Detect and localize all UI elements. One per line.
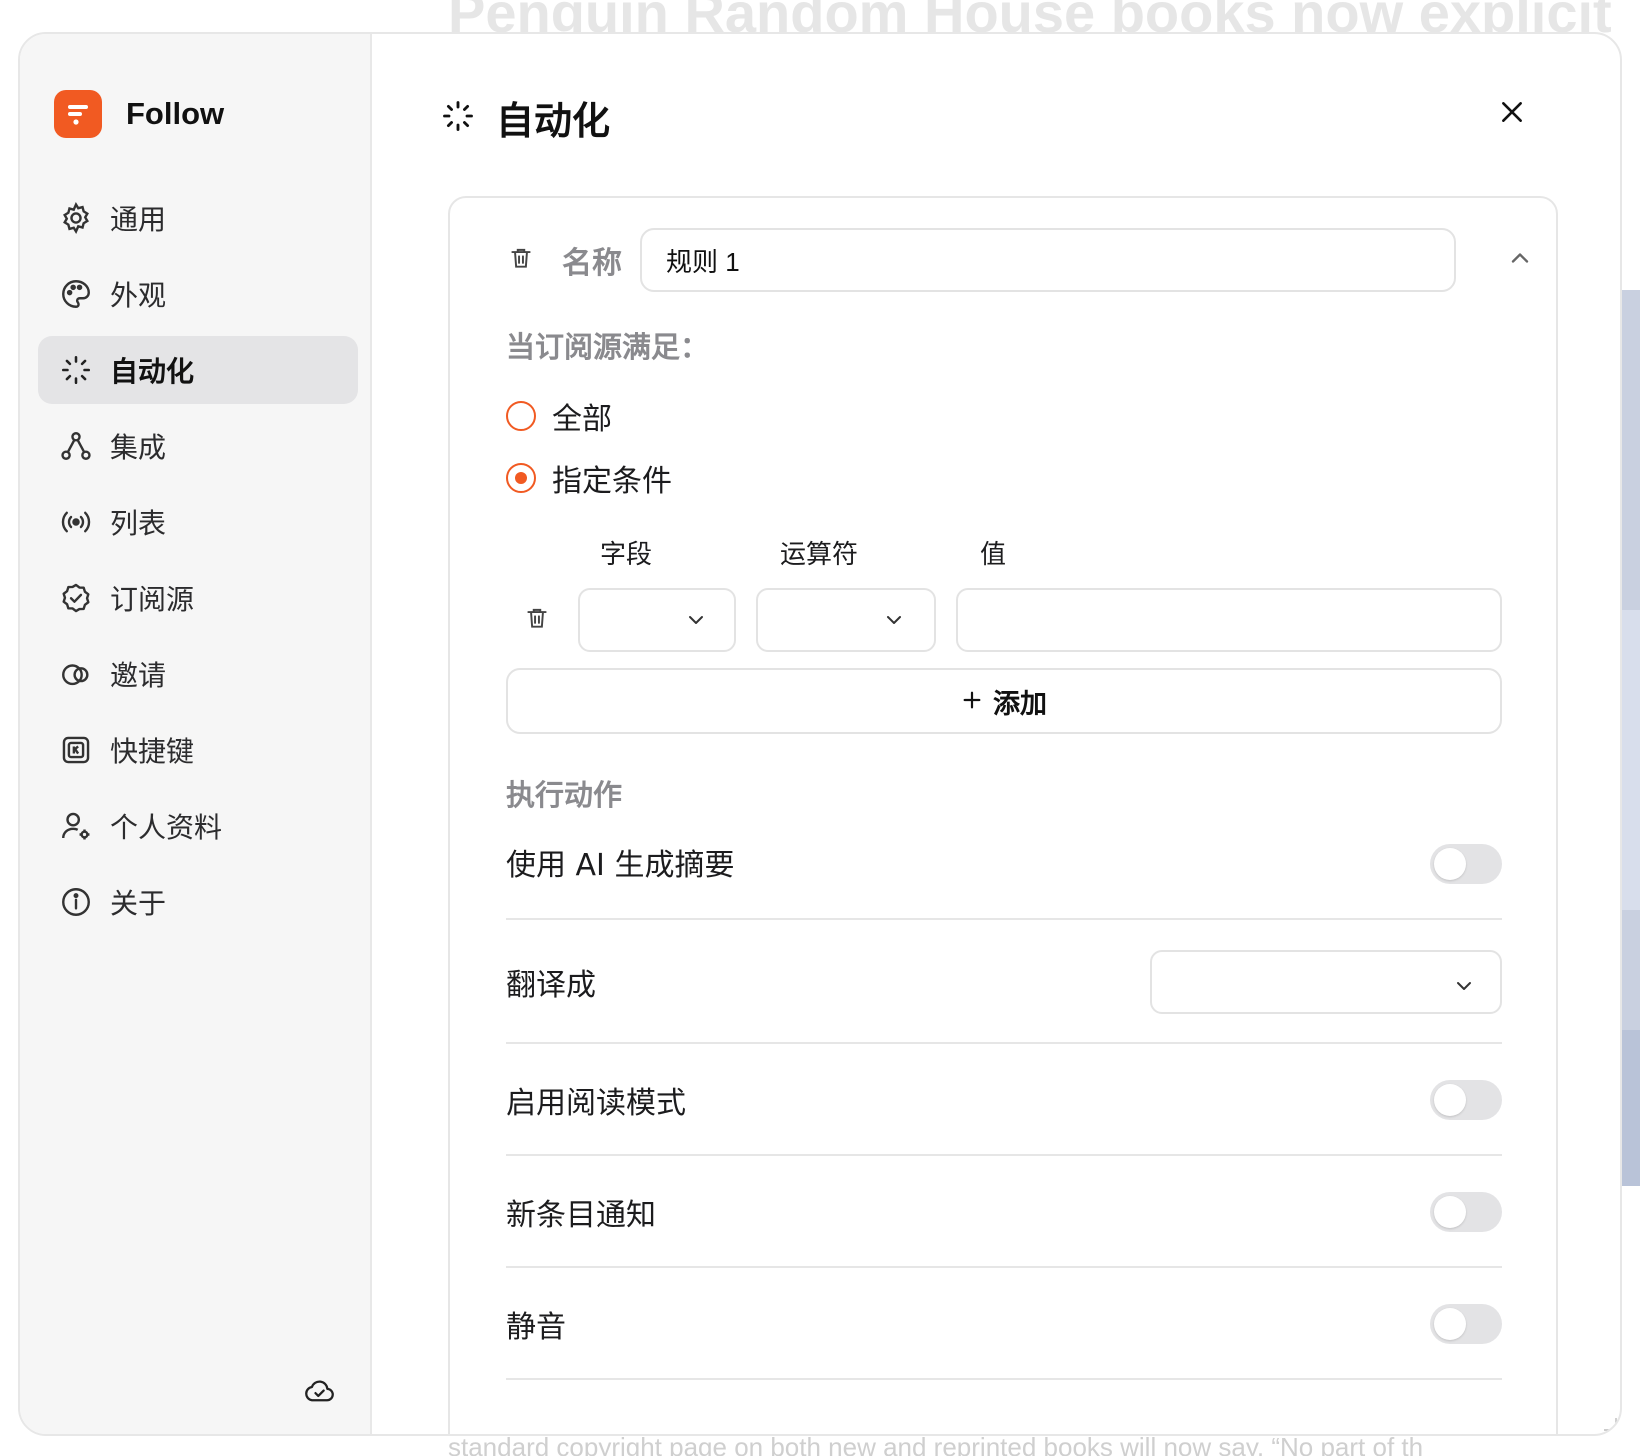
operator-select[interactable] (756, 588, 936, 652)
plus-icon (961, 684, 983, 719)
info-icon (58, 884, 94, 920)
page-header: 自动化 (440, 90, 610, 145)
radio-specific-conditions[interactable]: 指定条件 (506, 456, 672, 500)
settings-modal: Follow 通用 外观 自动化 集成 列表 订阅源 邀请 快捷键 个人资料 关… (18, 32, 1622, 1436)
sidebar-item-label: 订阅源 (110, 583, 195, 616)
translate-language-select[interactable] (1150, 950, 1502, 1014)
sidebar-item-appearance[interactable]: 外观 (38, 260, 358, 328)
condition-heading: 当订阅源满足： (506, 330, 710, 364)
chevron-down-icon (684, 608, 708, 636)
sidebar-item-integration[interactable]: 集成 (38, 412, 358, 480)
sidebar-item-label: 集成 (110, 431, 167, 464)
settings-main: 自动化 名称 规则 1 当订阅源满足： 全部 指定条件 字段 运算符 值 添加 … (374, 34, 1620, 1434)
cloud-check-icon[interactable] (302, 1374, 336, 1412)
sidebar-item-label: 关于 (110, 887, 167, 920)
delete-rule-button[interactable] (506, 245, 536, 275)
trash-icon (524, 605, 550, 635)
sidebar-item-general[interactable]: 通用 (38, 184, 358, 252)
action-label: 新条目通知 (506, 1198, 656, 1233)
radio-label: 指定条件 (552, 464, 672, 499)
action-notify-row: 新条目通知 (506, 1156, 1502, 1268)
sparkle-icon (58, 352, 94, 388)
sidebar-item-label: 通用 (110, 203, 167, 236)
summary-toggle[interactable] (1430, 844, 1502, 884)
page-title: 自动化 (496, 99, 611, 143)
trash-icon (508, 245, 534, 275)
column-value-header: 值 (980, 540, 1007, 570)
sidebar-item-automation[interactable]: 自动化 (38, 336, 358, 404)
broadcast-icon (58, 504, 94, 540)
column-operator-header: 运算符 (780, 540, 859, 570)
mute-toggle[interactable] (1430, 1304, 1502, 1344)
close-button[interactable] (1492, 94, 1532, 134)
follow-logo-icon (54, 90, 102, 138)
network-icon (58, 428, 94, 464)
readability-toggle[interactable] (1430, 1080, 1502, 1120)
action-summary-row: 使用 AI 生成摘要 (506, 820, 1502, 920)
settings-sidebar: Follow 通用 外观 自动化 集成 列表 订阅源 邀请 快捷键 个人资料 关… (20, 34, 372, 1434)
chevron-down-icon (882, 608, 906, 636)
field-select[interactable] (578, 588, 736, 652)
action-mute-row: 静音 (506, 1268, 1502, 1380)
resize-grip-icon[interactable] (1600, 1414, 1618, 1434)
sidebar-item-profile[interactable]: 个人资料 (38, 792, 358, 860)
sidebar-item-lists[interactable]: 列表 (38, 488, 358, 556)
sparkle-icon (440, 98, 476, 138)
rule-name-input[interactable]: 规则 1 (640, 228, 1456, 292)
sidebar-item-label: 个人资料 (110, 811, 223, 844)
sidebar-item-label: 列表 (110, 507, 167, 540)
palette-icon (58, 276, 94, 312)
action-readability-row: 启用阅读模式 (506, 1044, 1502, 1156)
gear-icon (58, 200, 94, 236)
value-input[interactable] (956, 588, 1502, 652)
radio-all[interactable]: 全部 (506, 394, 612, 438)
sidebar-item-feeds[interactable]: 订阅源 (38, 564, 358, 632)
radio-label: 全部 (552, 402, 612, 437)
add-condition-button[interactable]: 添加 (506, 668, 1502, 734)
sidebar-item-label: 自动化 (110, 355, 195, 388)
rule-header: 名称 规则 1 (506, 228, 1536, 292)
brand: Follow (54, 90, 224, 138)
radio-circle (506, 401, 536, 431)
invite-icon (58, 656, 94, 692)
close-icon (1499, 99, 1525, 129)
column-field-header: 字段 (600, 540, 653, 570)
actions-heading: 执行动作 (506, 778, 623, 812)
app-name: Follow (126, 96, 225, 131)
delete-condition-button[interactable] (522, 605, 552, 635)
action-label: 翻译成 (506, 968, 596, 1003)
sidebar-item-label: 快捷键 (110, 735, 195, 768)
action-translate-row: 翻译成 (506, 920, 1502, 1044)
check-badge-icon (58, 580, 94, 616)
notify-toggle[interactable] (1430, 1192, 1502, 1232)
condition-row (506, 588, 1506, 652)
action-label: 启用阅读模式 (506, 1086, 686, 1121)
sidebar-item-invite[interactable]: 邀请 (38, 640, 358, 708)
rule-card: 名称 规则 1 当订阅源满足： 全部 指定条件 字段 运算符 值 添加 执行动作… (448, 196, 1558, 1434)
user-settings-icon (58, 808, 94, 844)
sidebar-item-about[interactable]: 关于 (38, 868, 358, 936)
sidebar-item-shortcuts[interactable]: 快捷键 (38, 716, 358, 784)
sidebar-item-label: 邀请 (110, 659, 167, 692)
chevron-down-icon (1452, 974, 1476, 1002)
action-label: 使用 AI 生成摘要 (506, 848, 735, 883)
chevron-up-icon[interactable] (1506, 244, 1534, 276)
add-condition-label: 添加 (993, 688, 1047, 720)
settings-nav: 通用 外观 自动化 集成 列表 订阅源 邀请 快捷键 个人资料 关于 (38, 184, 358, 944)
radio-circle (506, 463, 536, 493)
sidebar-item-label: 外观 (110, 279, 167, 312)
background-image-edge (1622, 290, 1640, 1186)
keyboard-icon (58, 732, 94, 768)
rule-name-label: 名称 (562, 246, 622, 281)
action-label: 静音 (506, 1310, 566, 1345)
